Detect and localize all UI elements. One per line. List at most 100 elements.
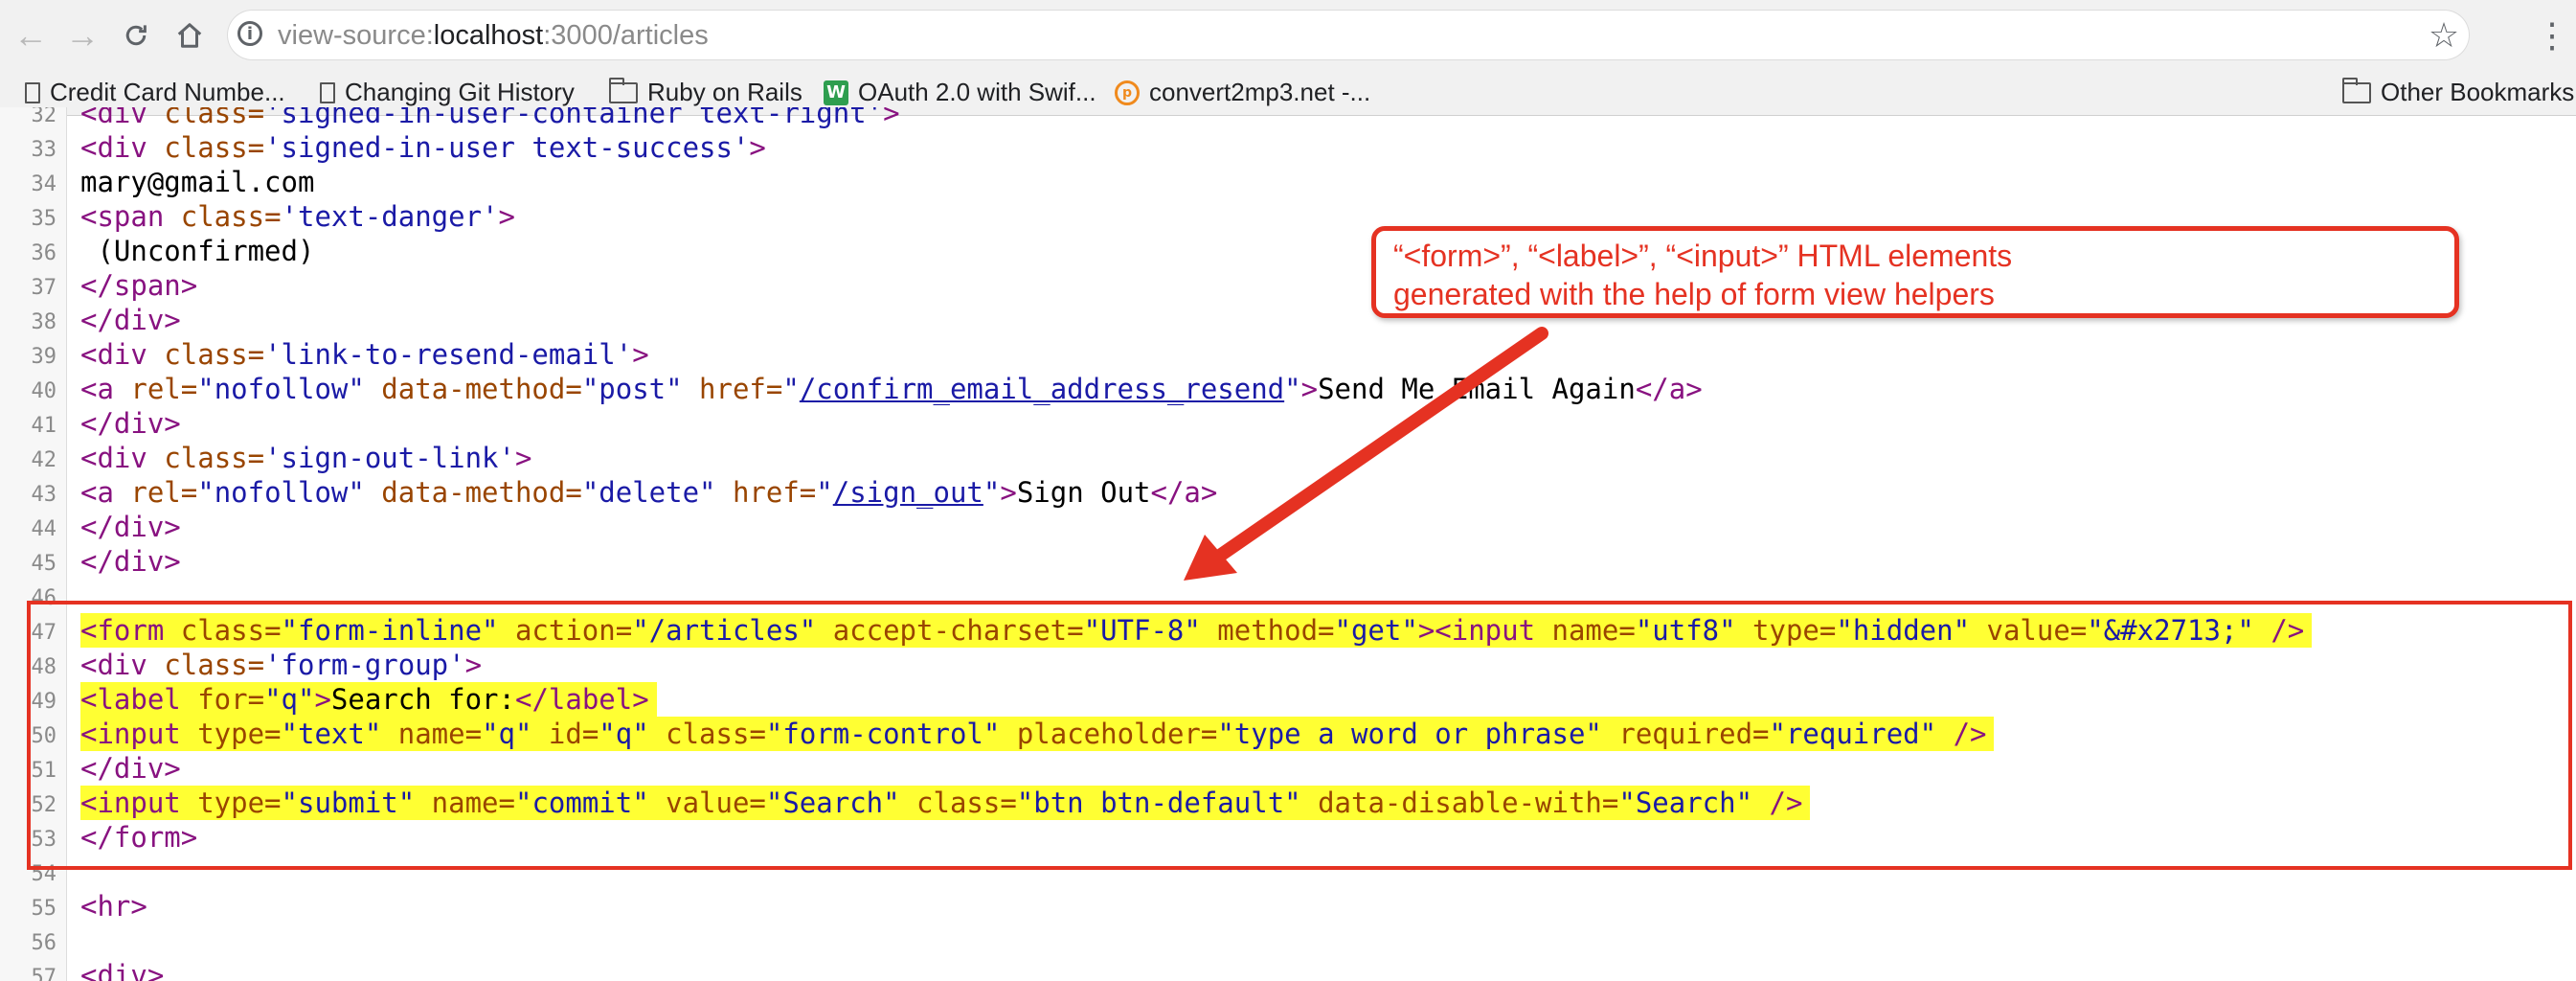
line-gutter: 44 bbox=[0, 510, 67, 544]
line-number: 44 bbox=[31, 517, 57, 541]
source-token: <div bbox=[80, 442, 165, 474]
line-gutter: 35 bbox=[0, 199, 67, 234]
line-gutter: 55 bbox=[0, 889, 67, 924]
line-number: 57 bbox=[31, 966, 57, 981]
source-token: </div> bbox=[80, 545, 181, 578]
source-line: 34 mary@gmail.com bbox=[0, 165, 2576, 199]
source-token: <a bbox=[80, 373, 131, 405]
line-gutter: 43 bbox=[0, 475, 67, 510]
green-favicon-icon: W bbox=[824, 80, 848, 105]
line-gutter: 37 bbox=[0, 268, 67, 303]
annotation-callout: “<form>”, “<label>”, “<input>” HTML elem… bbox=[1371, 226, 2459, 318]
page-icon bbox=[25, 81, 40, 103]
source-token: 'text-danger' bbox=[281, 200, 499, 233]
source-token: </a> bbox=[1635, 373, 1703, 405]
source-token: > bbox=[1300, 373, 1319, 405]
address-bar[interactable]: i view-source:localhost:3000/articles ☆ bbox=[228, 11, 2469, 59]
source-token: <div bbox=[80, 338, 165, 371]
forward-button[interactable]: → bbox=[56, 0, 109, 70]
source-line: 57 <div> bbox=[0, 958, 2576, 981]
source-token: <div bbox=[80, 131, 165, 164]
source-token: > bbox=[883, 107, 900, 129]
source-text bbox=[80, 924, 88, 958]
source-token: <a bbox=[80, 476, 131, 509]
back-button[interactable]: ← bbox=[4, 0, 57, 70]
bookmark-label: convert2mp3.net -... bbox=[1149, 78, 1371, 106]
source-token: " bbox=[983, 476, 1001, 509]
source-token: "nofollow" bbox=[197, 373, 382, 405]
line-number: 41 bbox=[31, 414, 57, 438]
info-icon[interactable]: i bbox=[237, 21, 262, 46]
source-text: </div> bbox=[80, 406, 189, 441]
source-link[interactable]: /confirm_email_address_resend bbox=[800, 373, 1284, 405]
source-token: class= bbox=[180, 200, 282, 233]
line-number: 38 bbox=[31, 310, 57, 334]
orange-favicon-icon: p bbox=[1115, 80, 1140, 105]
line-gutter: 39 bbox=[0, 337, 67, 372]
line-gutter: 45 bbox=[0, 544, 67, 579]
source-line: 55 <hr> bbox=[0, 889, 2576, 924]
folder-icon bbox=[2342, 77, 2371, 103]
source-link[interactable]: /sign_out bbox=[833, 476, 983, 509]
source-line: 33 <div class='signed-in-user text-succes… bbox=[0, 130, 2576, 165]
source-token: class= bbox=[164, 442, 265, 474]
folder-icon bbox=[609, 77, 638, 103]
line-number: 43 bbox=[31, 483, 57, 507]
source-token: href= bbox=[699, 373, 783, 405]
source-token: > bbox=[514, 442, 532, 474]
reload-button[interactable] bbox=[109, 0, 163, 70]
bookmark-label: Changing Git History bbox=[345, 78, 575, 106]
source-line: 44 </div> bbox=[0, 510, 2576, 544]
source-token: "nofollow" bbox=[197, 476, 382, 509]
line-gutter: 57 bbox=[0, 958, 67, 981]
source-line: 40 <a rel="nofollow" data-method="post" h… bbox=[0, 372, 2576, 406]
line-number: 55 bbox=[31, 897, 57, 921]
bookmark-label: Credit Card Numbe... bbox=[50, 78, 285, 106]
source-text: <hr> bbox=[80, 889, 155, 924]
source-text: <div class='signed-in-user-container tex… bbox=[80, 107, 908, 130]
star-icon[interactable]: ☆ bbox=[2419, 11, 2469, 59]
callout-line-2: generated with the help of form view hel… bbox=[1393, 277, 1995, 311]
arrow-right-icon: → bbox=[65, 14, 100, 55]
line-number: 36 bbox=[31, 241, 57, 265]
source-token: 'sign-out-link' bbox=[264, 442, 515, 474]
source-text: <div> bbox=[80, 958, 171, 981]
line-gutter: 38 bbox=[0, 303, 67, 337]
source-token: (Unconfirmed) bbox=[80, 235, 315, 267]
line-gutter: 34 bbox=[0, 165, 67, 199]
page-icon bbox=[320, 81, 335, 103]
source-line: 42 <div class='sign-out-link'> bbox=[0, 441, 2576, 475]
source-line: 41 </div> bbox=[0, 406, 2576, 441]
arrow-left-icon: ← bbox=[13, 14, 48, 55]
home-button[interactable] bbox=[163, 0, 216, 70]
line-number: 40 bbox=[31, 379, 57, 403]
line-number: 33 bbox=[31, 138, 57, 162]
source-token: </div> bbox=[80, 407, 181, 440]
source-token: 'signed-in-user text-success' bbox=[264, 131, 750, 164]
source-line: 56 bbox=[0, 924, 2576, 958]
source-token: <hr> bbox=[80, 890, 147, 923]
highlight-box bbox=[27, 601, 2572, 870]
source-text: mary@gmail.com bbox=[80, 165, 322, 199]
source-token: <span bbox=[80, 200, 181, 233]
vertical-dots-icon[interactable]: ⋮ bbox=[2528, 0, 2576, 70]
line-number: 42 bbox=[31, 448, 57, 472]
other-bookmarks-label: Other Bookmarks bbox=[2381, 78, 2575, 106]
line-gutter: 42 bbox=[0, 441, 67, 475]
source-line: 32 <div class='signed-in-user-container t… bbox=[0, 107, 2576, 130]
source-token: </span> bbox=[80, 269, 198, 302]
source-token: " bbox=[1284, 373, 1301, 405]
line-gutter: 40 bbox=[0, 372, 67, 406]
line-number: 56 bbox=[31, 931, 57, 955]
source-token: rel= bbox=[130, 373, 198, 405]
url-host: localhost bbox=[433, 20, 544, 51]
line-number: 35 bbox=[31, 207, 57, 231]
line-number: 32 bbox=[31, 107, 57, 127]
bookmark-label: OAuth 2.0 with Swif... bbox=[858, 78, 1096, 106]
line-gutter: 32 bbox=[0, 107, 67, 130]
source-token: " bbox=[816, 476, 833, 509]
line-number: 45 bbox=[31, 552, 57, 576]
source-token: <div> bbox=[80, 959, 165, 981]
source-line: 39 <div class='link-to-resend-email'> bbox=[0, 337, 2576, 372]
source-token: href= bbox=[732, 476, 817, 509]
